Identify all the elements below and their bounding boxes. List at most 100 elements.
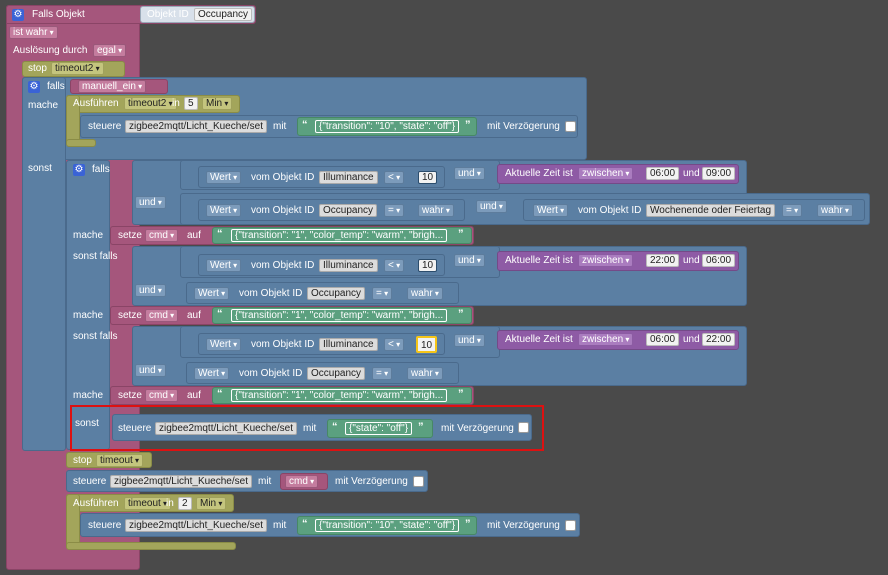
stop-timeout2-dropdown[interactable]: timeout2	[51, 62, 104, 75]
und-dropdown[interactable]: und	[454, 254, 485, 267]
op-dropdown[interactable]: =	[782, 204, 803, 217]
gear-icon[interactable]: ⚙	[73, 164, 85, 176]
vom-obj-label: vom Objekt ID	[251, 172, 315, 183]
und-dropdown[interactable]: und	[476, 200, 507, 213]
topic-field[interactable]: zigbee2mqtt/Licht_Kueche/set	[125, 519, 267, 532]
zwischen-dropdown[interactable]: zwischen	[578, 167, 634, 180]
topic-field[interactable]: zigbee2mqtt/Licht_Kueche/set	[125, 120, 267, 133]
gear-icon[interactable]: ⚙	[12, 9, 24, 21]
ausloesung-label: Auslösung durch	[13, 45, 88, 56]
json-field[interactable]: {"transition": "1", "color_temp": "warm"…	[231, 229, 448, 242]
sonst-falls-label: sonst falls	[73, 331, 118, 342]
quote-close-icon: ”	[458, 308, 464, 320]
illum-field[interactable]: Illuminance	[319, 338, 378, 351]
op-dropdown[interactable]: =	[384, 204, 405, 217]
timer-dropdown[interactable]: timeout2	[124, 97, 177, 110]
auf-label: auf	[187, 310, 201, 321]
in-label: in	[166, 498, 174, 509]
cmd-dropdown[interactable]: cmd	[285, 475, 319, 488]
illum-field[interactable]: Illuminance	[319, 259, 378, 272]
op-dropdown[interactable]: =	[372, 367, 393, 380]
quote-close-icon: ”	[465, 518, 471, 530]
mache-label: mache	[73, 390, 104, 401]
wahr-dropdown[interactable]: wahr	[407, 287, 443, 300]
topic-field[interactable]: zigbee2mqtt/Licht_Kueche/set	[110, 475, 252, 488]
time-to[interactable]: 09:00	[702, 167, 736, 180]
gear-icon[interactable]: ⚙	[28, 81, 40, 93]
occupancy-field[interactable]: Occupancy	[307, 367, 366, 380]
num-input[interactable]: 10	[418, 259, 438, 272]
op-dropdown[interactable]: <	[384, 338, 405, 351]
time-from[interactable]: 22:00	[646, 254, 680, 267]
cond-manuell-dropdown[interactable]: manuell_ein	[78, 80, 147, 93]
quote-open-icon: “	[217, 388, 223, 400]
occupancy-field[interactable]: Occupancy	[307, 287, 366, 300]
minutes-input[interactable]: 2	[178, 497, 192, 510]
ausfuehren-label: Ausführen	[73, 98, 119, 109]
setze-label: setze	[118, 230, 142, 241]
wochenende-field[interactable]: Wochenende oder Feiertag	[646, 204, 776, 217]
und-dropdown[interactable]: und	[454, 334, 485, 347]
quote-open-icon: “	[217, 308, 223, 320]
wert-dropdown[interactable]: Wert	[194, 367, 230, 380]
zwischen-dropdown[interactable]: zwischen	[578, 254, 634, 267]
if-outer-spine[interactable]	[22, 77, 66, 451]
wert-dropdown[interactable]: Wert	[206, 171, 242, 184]
und-dropdown[interactable]: und	[454, 167, 485, 180]
num-input-selected[interactable]: 10	[416, 336, 438, 353]
occupancy-field[interactable]: Occupancy	[319, 204, 378, 217]
json-field[interactable]: {"transition": "1", "color_temp": "warm"…	[231, 309, 448, 322]
und-label: und	[683, 168, 700, 179]
time-to[interactable]: 06:00	[702, 254, 736, 267]
und-dropdown[interactable]: und	[135, 364, 166, 377]
ausfuehren-foot-2[interactable]	[66, 542, 236, 550]
ist-wahr-dropdown[interactable]: ist wahr	[9, 26, 58, 39]
zwischen-dropdown[interactable]: zwischen	[578, 333, 634, 346]
aktuelle-label: Aktuelle Zeit ist	[505, 255, 573, 266]
falls-label: falls	[47, 81, 65, 92]
und-dropdown[interactable]: und	[135, 284, 166, 297]
unit-dropdown[interactable]: Min	[196, 497, 227, 510]
num-input[interactable]: 10	[418, 171, 438, 184]
delay-checkbox[interactable]	[413, 476, 424, 487]
highlight-box	[70, 405, 544, 451]
wert-dropdown[interactable]: Wert	[206, 338, 242, 351]
und-dropdown[interactable]: und	[135, 196, 166, 209]
timer-dropdown[interactable]: timeout	[124, 497, 172, 510]
delay-checkbox[interactable]	[565, 121, 576, 132]
in-label: in	[172, 98, 180, 109]
wahr-dropdown[interactable]: wahr	[817, 204, 853, 217]
wert-dropdown[interactable]: Wert	[194, 287, 230, 300]
cmd-dropdown[interactable]: cmd	[145, 229, 179, 242]
vom-obj-label: vom Objekt ID	[578, 205, 642, 216]
op-dropdown[interactable]: <	[384, 171, 405, 184]
mache-label: mache	[73, 310, 104, 321]
ausloesung-dropdown[interactable]: egal	[93, 44, 127, 57]
op-dropdown[interactable]: <	[384, 259, 405, 272]
unit-dropdown[interactable]: Min	[202, 97, 233, 110]
ausfuehren-foot[interactable]	[66, 139, 96, 147]
time-to[interactable]: 22:00	[702, 333, 736, 346]
steuere-label: steuere	[73, 476, 107, 487]
objekt-id-value[interactable]: Occupancy	[194, 8, 253, 21]
minutes-input[interactable]: 5	[184, 97, 198, 110]
illum-field[interactable]: Illuminance	[319, 171, 378, 184]
mache-label: mache	[28, 100, 59, 111]
payload-field[interactable]: {"transition": "10", "state": "off"}	[315, 120, 460, 133]
delay-checkbox[interactable]	[565, 520, 576, 531]
payload-field[interactable]: {"transition": "10", "state": "off"}	[315, 519, 460, 532]
wert-dropdown[interactable]: Wert	[206, 204, 242, 217]
cmd-dropdown[interactable]: cmd	[145, 389, 179, 402]
objekt-id-label: Objekt ID	[147, 9, 189, 20]
aktuelle-label: Aktuelle Zeit ist	[505, 168, 573, 179]
time-from[interactable]: 06:00	[646, 167, 680, 180]
wahr-dropdown[interactable]: wahr	[418, 204, 454, 217]
op-dropdown[interactable]: =	[372, 287, 393, 300]
wert-dropdown[interactable]: Wert	[533, 204, 569, 217]
cmd-dropdown[interactable]: cmd	[145, 309, 179, 322]
wahr-dropdown[interactable]: wahr	[407, 367, 443, 380]
stop-timeout-dropdown[interactable]: timeout	[96, 454, 144, 467]
time-from[interactable]: 06:00	[646, 333, 680, 346]
wert-dropdown[interactable]: Wert	[206, 259, 242, 272]
json-field[interactable]: {"transition": "1", "color_temp": "warm"…	[231, 389, 448, 402]
